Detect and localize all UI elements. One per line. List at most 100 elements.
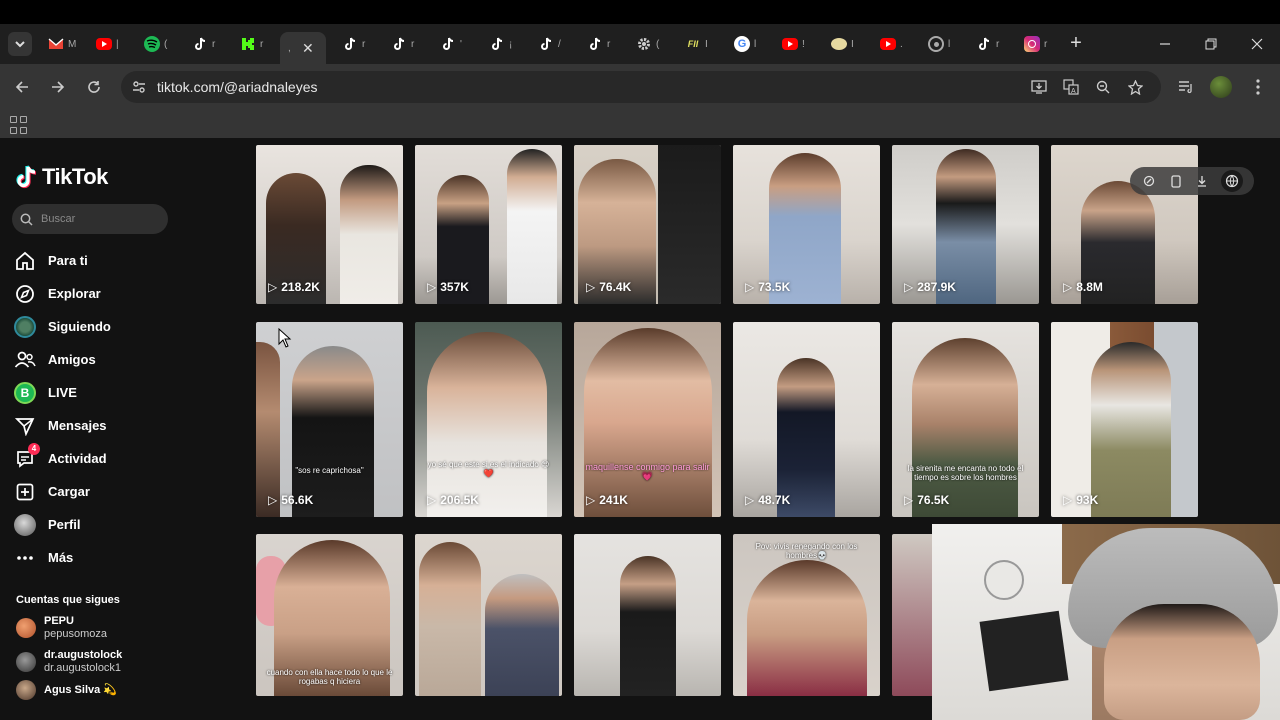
video-thumbnail[interactable]: cuando con ella hace todo lo que le roga… bbox=[256, 534, 403, 696]
zoom-icon[interactable] bbox=[1092, 77, 1114, 97]
tab-tiktok-4[interactable]: ' bbox=[432, 30, 478, 58]
sidebar-item-amigos[interactable]: Amigos bbox=[14, 343, 234, 376]
close-window-button[interactable] bbox=[1234, 24, 1280, 64]
sidebar-item-siguiendo[interactable]: Siguiendo bbox=[14, 310, 234, 343]
address-bar[interactable]: tiktok.com/@ariadnaleyes A bbox=[121, 71, 1161, 103]
browser-menu-icon[interactable] bbox=[1246, 75, 1270, 99]
media-controls-icon[interactable] bbox=[1174, 75, 1198, 99]
install-app-icon[interactable] bbox=[1028, 77, 1050, 97]
phone-icon[interactable] bbox=[1168, 173, 1184, 189]
tab-tiktok-2[interactable]: r bbox=[334, 30, 380, 58]
tab-settings[interactable]: ( bbox=[628, 30, 674, 58]
video-thumbnail[interactable] bbox=[415, 534, 562, 696]
sidebar-item-explorar[interactable]: Explorar bbox=[14, 277, 234, 310]
search-icon bbox=[20, 213, 33, 226]
browser-toolbar: tiktok.com/@ariadnaleyes A bbox=[0, 64, 1280, 110]
following-account[interactable]: PEPU pepusomoza bbox=[16, 615, 107, 641]
video-caption: cuando con ella hace todo lo que le roga… bbox=[266, 668, 393, 686]
tab-active[interactable]: , ✕ bbox=[280, 32, 326, 64]
bookmark-star-icon[interactable] bbox=[1124, 77, 1146, 97]
tab-gmail[interactable]: M bbox=[40, 30, 86, 58]
tiktok-icon bbox=[976, 36, 992, 52]
following-account[interactable]: dr.augustolock dr.augustolock1 bbox=[16, 649, 122, 675]
tab-google[interactable]: G l bbox=[726, 30, 772, 58]
chrome-icon bbox=[928, 36, 944, 52]
reload-button[interactable] bbox=[82, 75, 106, 99]
friends-icon bbox=[14, 349, 36, 371]
play-icon: ▷ bbox=[427, 280, 437, 294]
kick-icon bbox=[240, 36, 256, 52]
arrow-left-icon bbox=[15, 81, 28, 93]
sidebar-item-live[interactable]: B LIVE bbox=[14, 376, 234, 409]
tab-youtube-2[interactable]: ! bbox=[774, 30, 820, 58]
sidebar-item-para-ti[interactable]: Para ti bbox=[14, 244, 234, 277]
more-icon bbox=[14, 547, 36, 569]
video-thumbnail[interactable]: ▷ 287.9K bbox=[892, 145, 1039, 304]
restore-button[interactable] bbox=[1188, 24, 1234, 64]
tab-tiktok-8[interactable]: r bbox=[968, 30, 1014, 58]
sidebar-item-mas[interactable]: Más bbox=[14, 541, 234, 574]
tab-tiktok-5[interactable]: ¡ bbox=[481, 30, 527, 58]
sidebar-item-cargar[interactable]: Cargar bbox=[14, 475, 234, 508]
new-tab-button[interactable]: + bbox=[1066, 32, 1086, 56]
settings-icon bbox=[636, 36, 652, 52]
download-icon[interactable] bbox=[1194, 173, 1210, 189]
tab-search-button[interactable] bbox=[8, 32, 32, 56]
forward-button[interactable] bbox=[46, 75, 70, 99]
sidebar-item-actividad[interactable]: 4 Actividad bbox=[14, 442, 234, 475]
sidebar-item-perfil[interactable]: Perfil bbox=[14, 508, 234, 541]
tab-tiktok-3[interactable]: r bbox=[383, 30, 429, 58]
tab-tiktok-6[interactable]: / bbox=[530, 30, 576, 58]
apps-grid-icon[interactable] bbox=[10, 116, 28, 134]
tab-extension[interactable]: I bbox=[823, 30, 869, 58]
tab-youtube[interactable]: | bbox=[88, 30, 134, 58]
profile-avatar-button[interactable] bbox=[1209, 75, 1233, 99]
globe-icon[interactable] bbox=[1220, 170, 1243, 192]
tab-kick[interactable]: r bbox=[232, 30, 278, 58]
site-info-icon[interactable] bbox=[129, 77, 149, 97]
floating-toolbar bbox=[1130, 167, 1254, 195]
video-thumbnail[interactable]: ▷ 218.2K bbox=[256, 145, 403, 304]
view-count: ▷ 218.2K bbox=[268, 280, 320, 294]
video-thumbnail[interactable]: ▷ 93K bbox=[1051, 322, 1198, 517]
monitor bbox=[979, 610, 1069, 692]
tab-spotify[interactable]: ( bbox=[136, 30, 182, 58]
back-button[interactable] bbox=[10, 75, 34, 99]
lens-icon[interactable] bbox=[1141, 173, 1157, 189]
tab-tiktok-1[interactable]: r bbox=[184, 30, 230, 58]
video-thumbnail[interactable]: ▷ 76.4K bbox=[574, 145, 721, 304]
view-count: ▷ 241K bbox=[586, 493, 628, 507]
video-thumbnail[interactable]: ▷ 357K bbox=[415, 145, 562, 304]
translate-icon[interactable]: A bbox=[1060, 77, 1082, 97]
video-thumbnail[interactable]: maquillense conmigo para salir 💗 ▷ 241K bbox=[574, 322, 721, 517]
search-input[interactable]: Buscar bbox=[12, 204, 168, 234]
following-heading: Cuentas que sigues bbox=[16, 594, 120, 606]
video-caption: yo sé que este si es el indicado 😍❤️ bbox=[427, 460, 550, 478]
youtube-icon bbox=[782, 38, 798, 50]
play-icon: ▷ bbox=[268, 280, 278, 294]
video-thumbnail[interactable] bbox=[574, 534, 721, 696]
tiktok-icon bbox=[342, 36, 358, 52]
following-account[interactable]: Agus Silva 💫 bbox=[16, 680, 117, 700]
tab-tiktok-7[interactable]: r bbox=[579, 30, 625, 58]
url-text[interactable]: tiktok.com/@ariadnaleyes bbox=[157, 79, 318, 95]
video-thumbnail[interactable]: la sirenita me encanta no todo el tiempo… bbox=[892, 322, 1039, 517]
send-icon bbox=[14, 415, 36, 437]
tiktok-icon bbox=[391, 36, 407, 52]
google-icon: G bbox=[734, 36, 750, 52]
play-icon: ▷ bbox=[745, 280, 755, 294]
tiktok-logo[interactable]: TikTok bbox=[16, 164, 108, 190]
tab-strip: M | ( r r , ✕ r r ' ¡ / r (FII I G l ! … bbox=[40, 30, 1080, 64]
tab-fii[interactable]: FII I bbox=[677, 30, 723, 58]
close-icon[interactable]: ✕ bbox=[302, 40, 314, 57]
video-thumbnail[interactable]: yo sé que este si es el indicado 😍❤️ ▷ 20… bbox=[415, 322, 562, 517]
gmail-icon bbox=[48, 36, 64, 52]
minimize-button[interactable] bbox=[1142, 24, 1188, 64]
tab-youtube-3[interactable]: . bbox=[872, 30, 918, 58]
video-thumbnail[interactable]: ▷ 73.5K bbox=[733, 145, 880, 304]
video-thumbnail[interactable]: ▷ 48.7K bbox=[733, 322, 880, 517]
video-thumbnail[interactable]: Pov: vivis renegando con los hombres💀 bbox=[733, 534, 880, 696]
tab-instagram[interactable]: r bbox=[1016, 30, 1062, 58]
tab-chrome[interactable]: l bbox=[920, 30, 966, 58]
sidebar-item-mensajes[interactable]: Mensajes bbox=[14, 409, 234, 442]
